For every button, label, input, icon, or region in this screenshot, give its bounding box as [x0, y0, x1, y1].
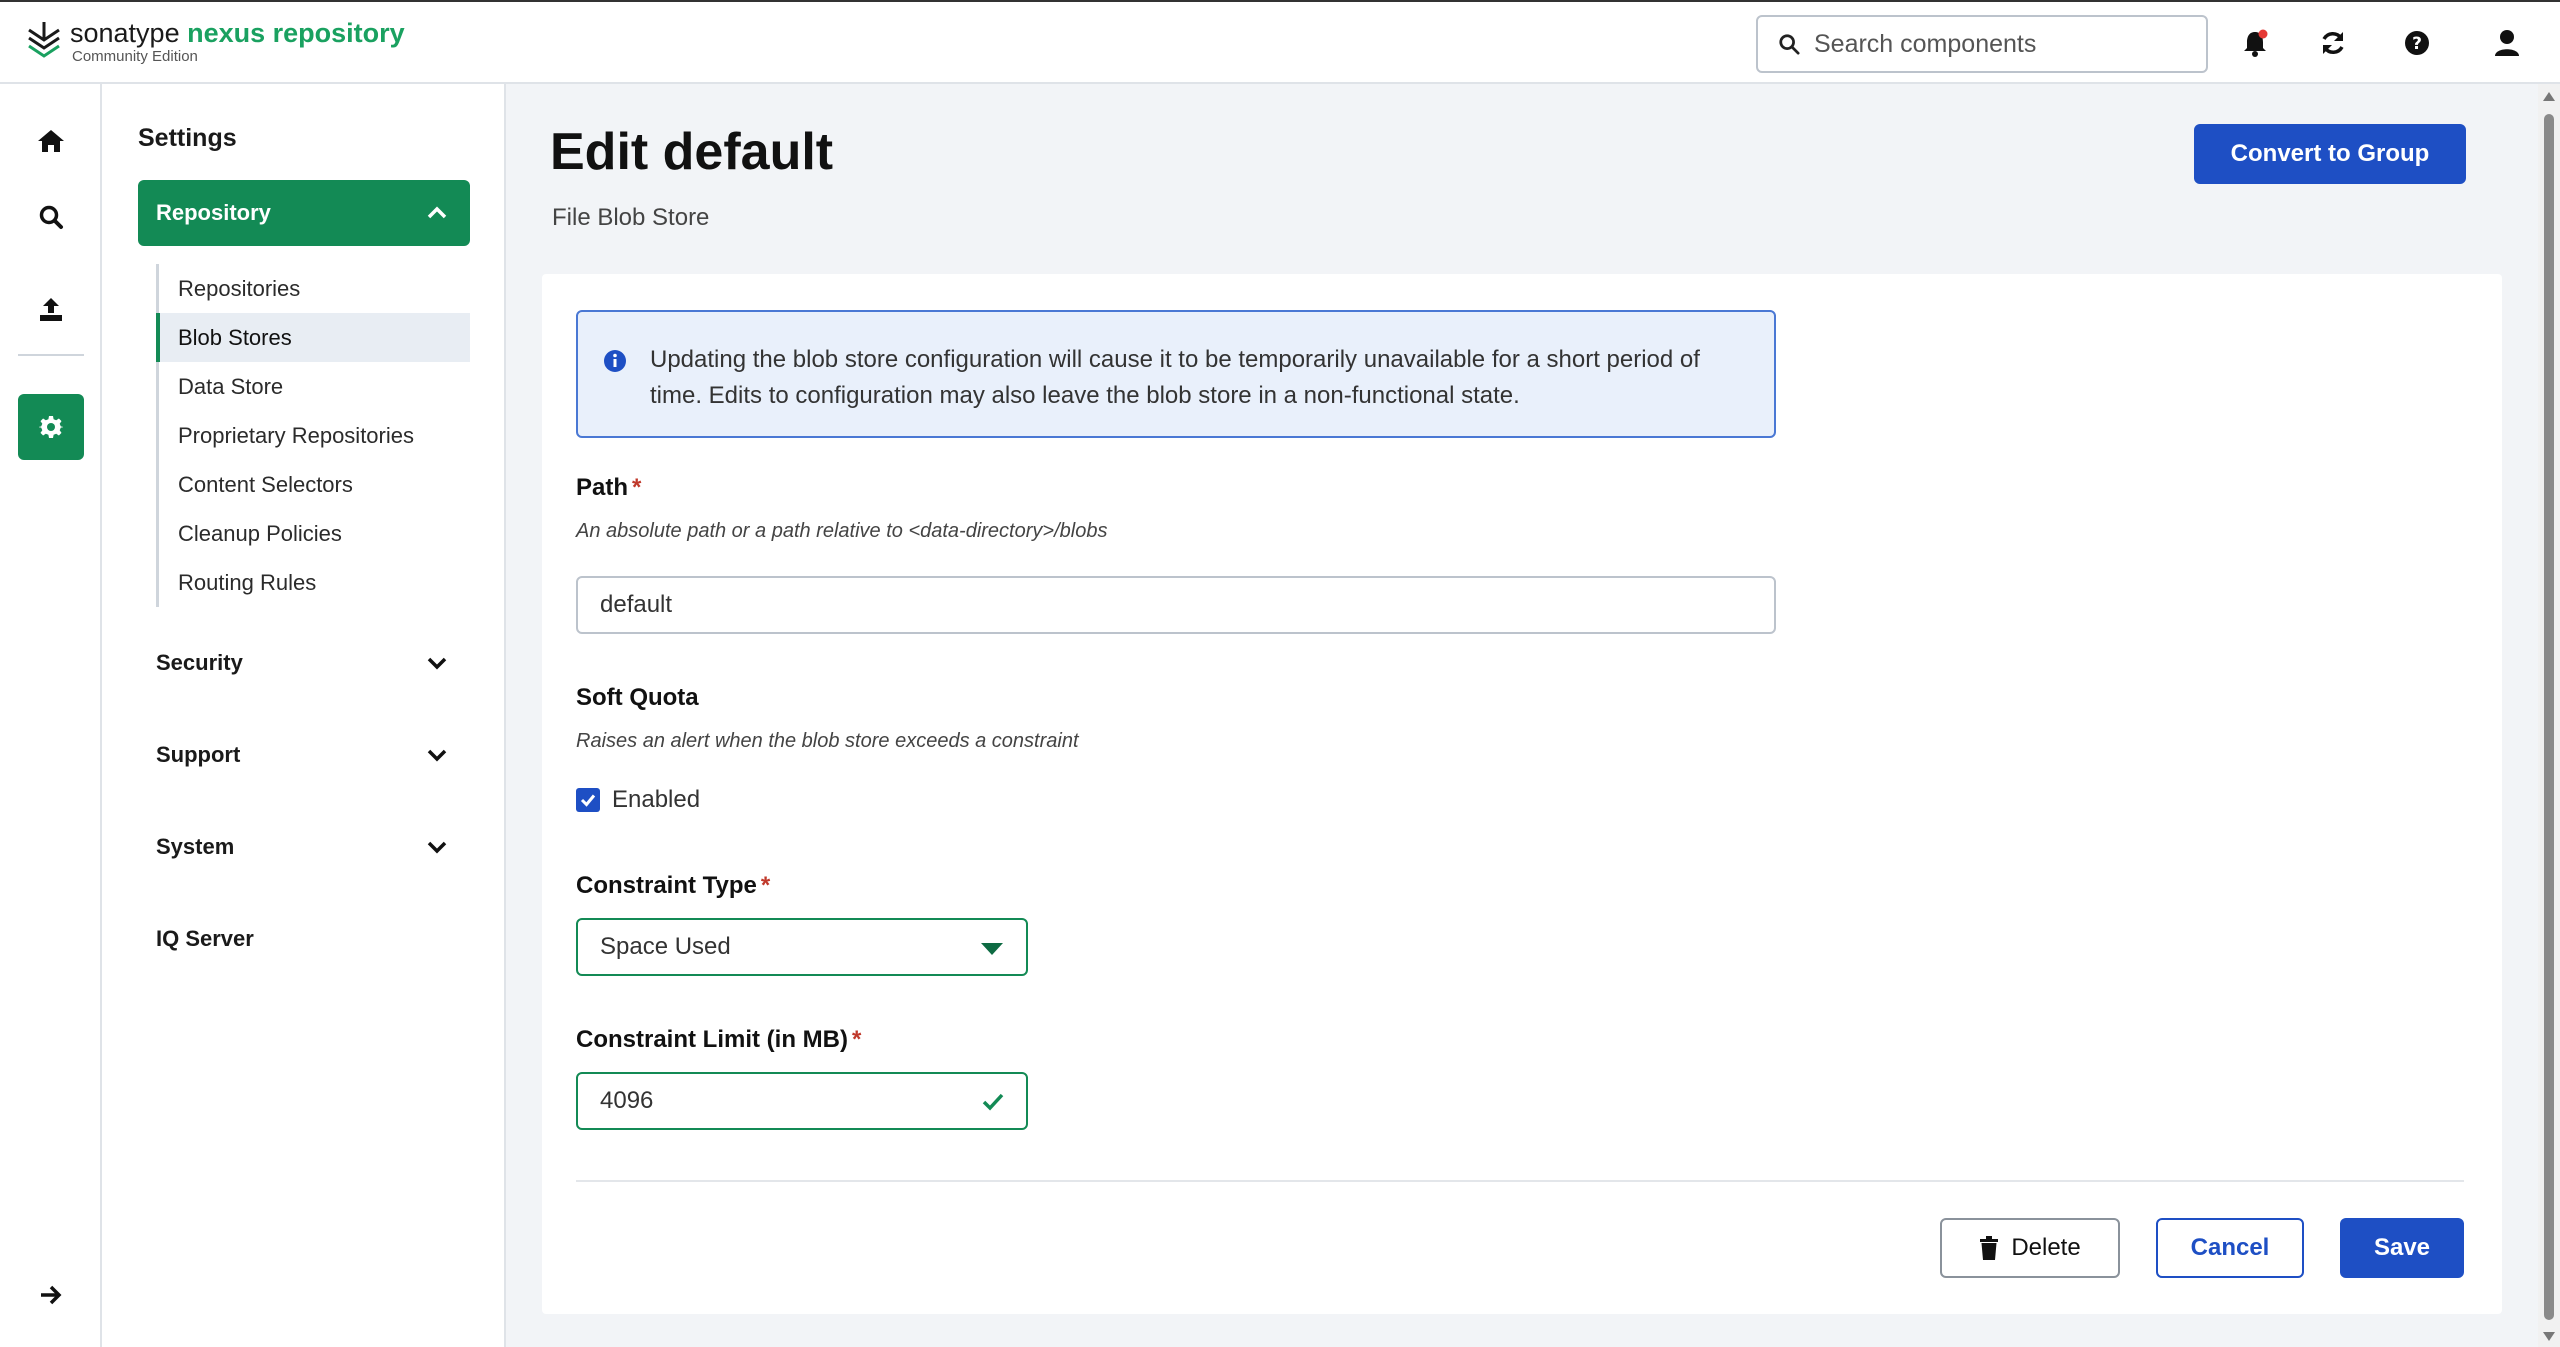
save-button[interactable]: Save: [2340, 1218, 2464, 1278]
valid-check-icon: [982, 1093, 1004, 1111]
form-divider: [576, 1180, 2464, 1182]
icon-rail: [0, 84, 102, 1347]
delete-button[interactable]: Delete: [1940, 1218, 2120, 1278]
sidebar-section-repository[interactable]: Repository: [138, 180, 470, 246]
sidebar-section-label: Security: [156, 650, 243, 675]
search-input[interactable]: [1814, 29, 2194, 59]
sidebar-section-label: Support: [156, 742, 241, 767]
vertical-scrollbar[interactable]: [2538, 84, 2560, 1347]
page-subtitle: File Blob Store: [552, 204, 710, 231]
settings-sidebar: Settings Repository Repositories Blob St…: [102, 84, 506, 1347]
sidebar-section-label: System: [156, 834, 235, 859]
logo-brand-text: sonatype: [70, 18, 180, 48]
convert-to-group-button[interactable]: Convert to Group: [2194, 124, 2466, 184]
rail-divider: [18, 354, 84, 356]
constraint-limit-value: 4096: [600, 1087, 654, 1114]
page-title: Edit default: [550, 123, 834, 181]
scroll-down-arrow-icon[interactable]: [2543, 1332, 2555, 1341]
sidebar-item-repositories[interactable]: Repositories: [159, 264, 470, 313]
path-hint: An absolute path or a path relative to <…: [576, 520, 1108, 542]
scroll-thumb[interactable]: [2544, 114, 2554, 1320]
info-icon: [604, 350, 626, 372]
sidebar-item-data-store[interactable]: Data Store: [159, 362, 470, 411]
info-alert-text: Updating the blob store configuration wi…: [650, 346, 1700, 409]
expand-arrow-icon[interactable]: [24, 1268, 78, 1322]
constraint-type-value: Space Used: [600, 933, 731, 960]
sidebar-item-content-selectors[interactable]: Content Selectors: [159, 460, 470, 509]
soft-quota-label: Soft Quota: [576, 684, 699, 711]
sonatype-logo-icon: [28, 22, 60, 58]
search-icon: [1779, 34, 1800, 55]
constraint-type-select[interactable]: Space Used: [576, 918, 1028, 976]
caret-down-icon: [981, 943, 1003, 955]
bell-icon[interactable]: [2240, 28, 2270, 58]
sidebar-section-support[interactable]: Support: [138, 730, 470, 780]
chevron-down-icon: [427, 841, 447, 854]
enabled-label: Enabled: [612, 786, 701, 813]
chevron-up-icon: [427, 206, 447, 219]
sidebar-item-proprietary-repositories[interactable]: Proprietary Repositories: [159, 411, 470, 460]
logo-product-text: nexus repository: [187, 18, 405, 48]
sidebar-section-label: Repository: [156, 200, 271, 225]
refresh-icon[interactable]: [2318, 28, 2348, 58]
svg-text:?: ?: [2412, 34, 2422, 54]
path-value: default: [600, 591, 673, 618]
enabled-checkbox-row[interactable]: Enabled: [576, 786, 700, 814]
home-icon[interactable]: [24, 114, 78, 168]
settings-icon[interactable]: [18, 394, 84, 460]
browse-search-icon[interactable]: [24, 190, 78, 244]
chevron-down-icon: [427, 749, 447, 762]
sidebar-title: Settings: [138, 124, 237, 152]
path-label: Path *: [576, 474, 642, 501]
chevron-down-icon: [427, 657, 447, 670]
info-alert: Updating the blob store configuration wi…: [576, 310, 1776, 438]
user-icon[interactable]: [2492, 28, 2522, 58]
required-mark: *: [632, 474, 642, 501]
logo-edition-text: Community Edition: [72, 48, 198, 65]
trash-icon: [1980, 1236, 1999, 1260]
edit-form-card: Updating the blob store configuration wi…: [542, 274, 2502, 1314]
search-components-box[interactable]: [1756, 15, 2208, 73]
path-input[interactable]: default: [576, 576, 1776, 634]
sidebar-section-security[interactable]: Security: [138, 638, 470, 688]
scroll-up-arrow-icon[interactable]: [2543, 92, 2555, 101]
soft-quota-hint: Raises an alert when the blob store exce…: [576, 730, 1079, 752]
sidebar-section-system[interactable]: System: [138, 822, 470, 872]
repository-subnav: Repositories Blob Stores Data Store Prop…: [156, 264, 470, 607]
upload-icon[interactable]: [24, 282, 78, 336]
sidebar-item-routing-rules[interactable]: Routing Rules: [159, 558, 470, 607]
enabled-checkbox[interactable]: [576, 788, 600, 812]
main-content: Edit default File Blob Store Convert to …: [506, 84, 2538, 1347]
sidebar-section-label: IQ Server: [156, 926, 254, 951]
constraint-limit-label: Constraint Limit (in MB) *: [576, 1026, 862, 1053]
app-logo[interactable]: sonatype nexus repository Community Edit…: [26, 18, 405, 66]
sidebar-item-blob-stores[interactable]: Blob Stores: [156, 313, 470, 362]
sidebar-item-cleanup-policies[interactable]: Cleanup Policies: [159, 509, 470, 558]
required-mark: *: [760, 872, 771, 899]
constraint-type-label: Constraint Type *: [576, 872, 771, 899]
help-icon[interactable]: ?: [2402, 28, 2432, 58]
required-mark: *: [851, 1026, 862, 1053]
sidebar-item-iq-server[interactable]: IQ Server: [138, 914, 470, 964]
cancel-button[interactable]: Cancel: [2156, 1218, 2304, 1278]
constraint-limit-input[interactable]: 4096: [576, 1072, 1028, 1130]
top-header: sonatype nexus repository Community Edit…: [0, 0, 2560, 84]
checkmark-icon: [580, 794, 596, 807]
delete-label: Delete: [2011, 1234, 2081, 1261]
